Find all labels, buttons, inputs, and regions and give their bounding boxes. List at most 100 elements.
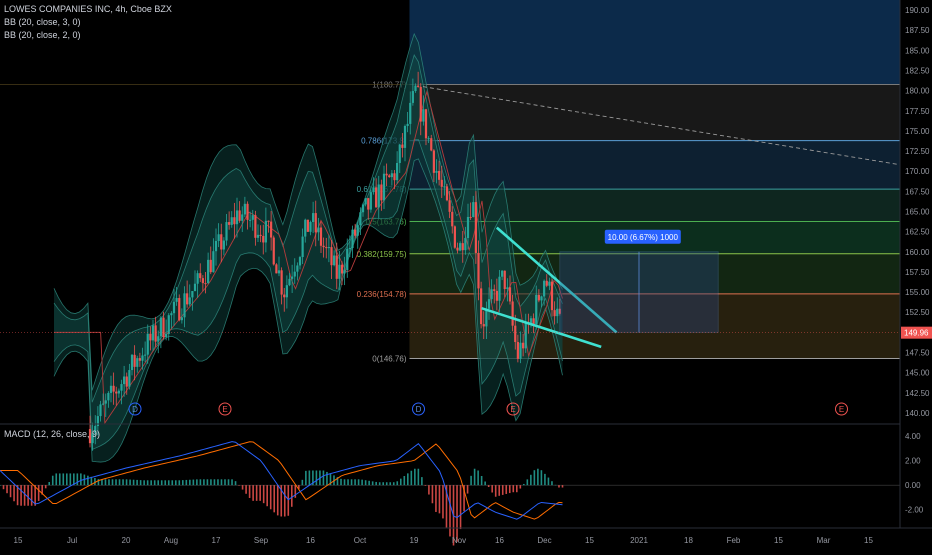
candle-body — [511, 301, 514, 326]
candle-body — [377, 184, 380, 208]
candle-body — [393, 173, 396, 181]
macd-histogram-bar — [456, 485, 458, 542]
candle-body — [296, 265, 299, 272]
macd-histogram-bar — [294, 485, 297, 498]
candle-body — [277, 270, 281, 274]
candle-body — [435, 170, 438, 173]
macd-histogram-bar — [118, 479, 121, 486]
macd-histogram-bar — [153, 480, 156, 486]
macd-histogram-bar — [354, 479, 356, 486]
macd-histogram-bar — [357, 479, 360, 486]
price-chart-svg[interactable]: 1(180.77)0.786(173.8)0.618(167.78)0.5(16… — [0, 0, 932, 550]
macd-histogram-bar — [27, 485, 29, 506]
macd-histogram-bar — [174, 480, 177, 486]
candle-body — [327, 247, 330, 249]
price-tick-label: 167.50 — [905, 187, 930, 196]
macd-histogram-bar — [551, 481, 553, 486]
macd-histogram-bar — [259, 485, 261, 501]
candle-body — [167, 315, 170, 334]
candle-body — [464, 237, 467, 251]
macd-histogram-bar — [515, 485, 518, 493]
price-tick-label: 162.50 — [905, 228, 930, 237]
candle-body — [165, 333, 168, 338]
macd-histogram-bar — [537, 468, 539, 486]
macd-tick-label: 4.00 — [905, 432, 921, 441]
candle-body — [380, 184, 383, 201]
macd-histogram-bar — [350, 479, 353, 486]
candle-body — [312, 213, 315, 222]
candle-body — [188, 297, 191, 305]
macd-histogram-bar — [266, 485, 268, 507]
candle-body — [396, 162, 399, 181]
candle-body — [199, 273, 202, 279]
macd-histogram-bar — [58, 473, 61, 486]
candle-body — [259, 234, 262, 236]
time-tick-label: 17 — [212, 536, 221, 545]
candle-body — [506, 287, 509, 290]
macd-histogram-bar — [554, 484, 557, 486]
macd-histogram-bar — [196, 479, 198, 486]
macd-tick-label: 0.00 — [905, 481, 921, 490]
price-tick-label: 170.00 — [905, 167, 930, 176]
candle-body — [157, 336, 160, 342]
macd-histogram-bar — [136, 479, 138, 486]
fib-zone — [409, 140, 900, 190]
macd-histogram-bar — [544, 473, 546, 486]
macd-histogram-bar — [375, 481, 377, 486]
candle-body — [238, 210, 241, 221]
candle-body — [417, 85, 420, 87]
macd-histogram-bar — [44, 485, 47, 489]
macd-histogram-bar — [20, 485, 22, 506]
candle-body — [445, 186, 449, 201]
candle-body — [183, 293, 186, 318]
macd-histogram-bar — [276, 485, 279, 516]
candle-body — [130, 354, 134, 371]
macd-histogram-bar — [410, 470, 413, 486]
price-tick-label: 190.00 — [905, 6, 930, 15]
macd-histogram-bar — [484, 481, 486, 486]
candle-body — [424, 109, 428, 139]
macd-histogram-bar — [238, 485, 240, 486]
macd-histogram-bar — [407, 473, 409, 486]
time-tick-label: Nov — [452, 536, 466, 545]
candle-body — [117, 390, 120, 394]
macd-histogram-bar — [171, 480, 174, 486]
candle-body — [293, 271, 296, 277]
macd-histogram-bar — [62, 473, 65, 486]
price-tick-label: 165.00 — [905, 208, 930, 217]
macd-histogram-bar — [561, 485, 564, 488]
candle-body — [398, 144, 401, 163]
candle-body — [220, 234, 223, 250]
candle-body — [503, 270, 506, 290]
macd-histogram-bar — [150, 480, 152, 486]
macd-histogram-bar — [519, 485, 522, 489]
fib-level-label: 0.382(159.75) — [357, 250, 407, 259]
macd-histogram-bar — [424, 485, 427, 486]
candle-body — [438, 170, 441, 180]
candle-body — [214, 240, 218, 252]
time-tick-label: Sep — [254, 536, 269, 545]
macd-histogram-bar — [392, 482, 395, 486]
macd-histogram-bar — [466, 485, 469, 494]
fib-extension-zone — [409, 0, 900, 85]
macd-histogram-bar — [449, 485, 451, 537]
macd-histogram-bar — [76, 473, 79, 486]
chart-area[interactable]: 1(180.77)0.786(173.8)0.618(167.78)0.5(16… — [0, 0, 932, 550]
macd-histogram-bar — [428, 485, 430, 495]
macd-histogram-bar — [389, 482, 392, 486]
macd-histogram-bar — [533, 470, 536, 486]
macd-histogram-bar — [245, 485, 247, 494]
bb2-legend[interactable]: BB (20, close, 2, 0) — [4, 30, 81, 40]
macd-histogram-bar — [9, 485, 12, 498]
time-tick-label: 15 — [774, 536, 783, 545]
candle-body — [304, 219, 307, 237]
macd-histogram-bar — [231, 479, 233, 486]
macd-histogram-bar — [23, 485, 26, 506]
macd-legend[interactable]: MACD (12, 26, close, 9) — [4, 429, 100, 439]
candle-body — [340, 264, 344, 274]
candle-body — [522, 342, 525, 349]
bb3-legend[interactable]: BB (20, close, 3, 0) — [4, 17, 81, 27]
candle-body — [532, 318, 535, 324]
fib-zone — [409, 84, 900, 141]
marker-letter: E — [510, 405, 515, 414]
